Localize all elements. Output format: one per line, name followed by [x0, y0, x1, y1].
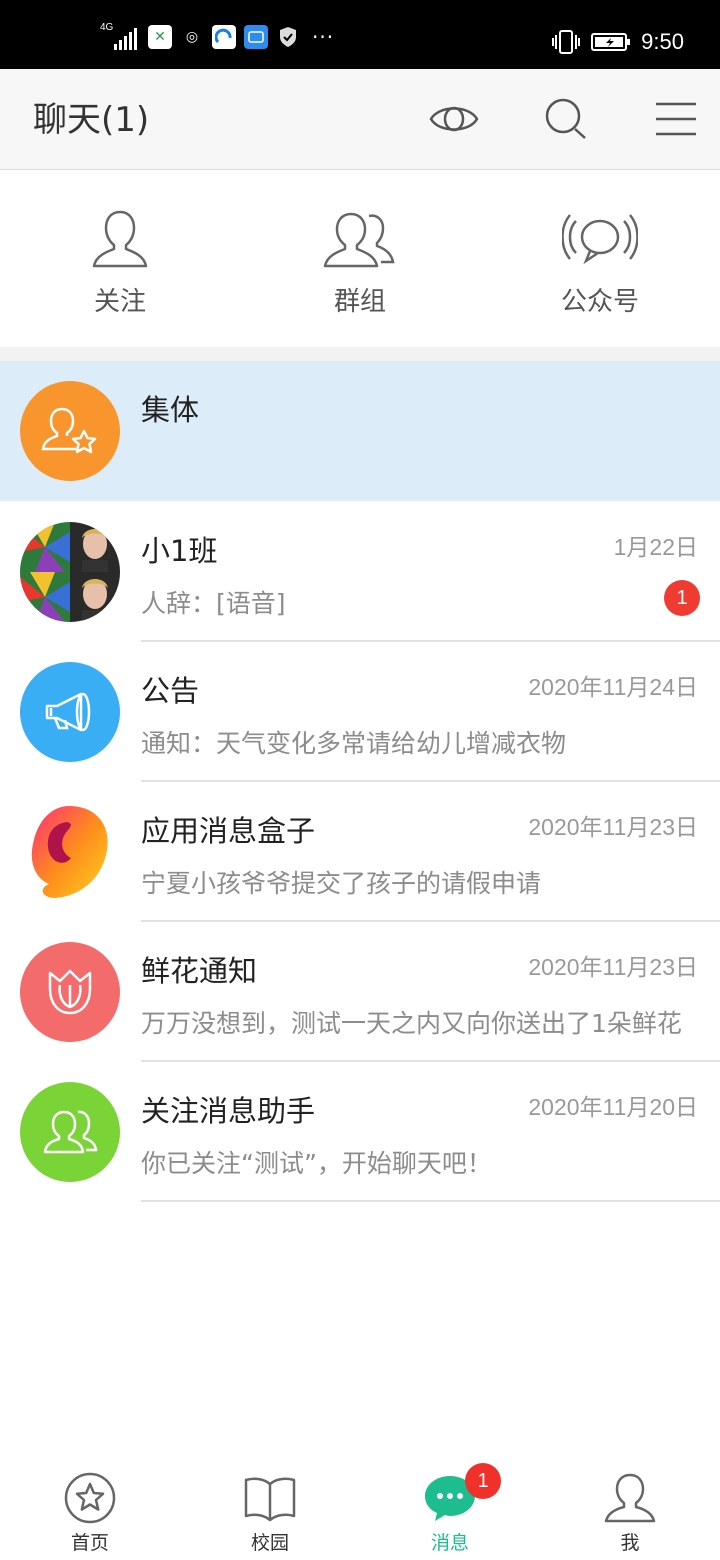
search-button[interactable] — [536, 91, 596, 147]
category-follow[interactable]: 关注 — [0, 171, 240, 347]
menu-icon — [656, 102, 696, 136]
flower-icon — [20, 942, 120, 1042]
more-notifications-icon: ··· — [312, 25, 335, 49]
clock: 9:50 — [641, 29, 684, 54]
star-circle-icon — [60, 1470, 120, 1526]
chat-time: 1月22日 — [613, 534, 698, 560]
category-label: 群组 — [333, 287, 386, 317]
signal-icon: 4G — [100, 22, 140, 52]
group-outline-icon — [320, 205, 400, 273]
category-official-accounts[interactable]: 公众号 — [480, 171, 720, 347]
search-icon — [545, 98, 586, 139]
tab-messages[interactable]: 消息 — [360, 1460, 540, 1560]
chat-preview: 万万没想到，测试一天之内又向你送出了1朵鲜花 — [141, 1009, 682, 1038]
category-label: 公众号 — [560, 287, 639, 317]
tab-me[interactable]: 我 — [540, 1460, 720, 1560]
person-outline-icon — [80, 205, 160, 273]
shield-icon — [276, 25, 300, 49]
chat-name: 集体 — [141, 393, 200, 427]
chat-row-class1[interactable]: 小1班 1月22日 人辞：[语音] 1 — [0, 502, 720, 642]
person-follow-icon — [20, 1082, 120, 1182]
group-photo-avatar — [20, 522, 120, 622]
person-icon — [600, 1470, 660, 1526]
app-notification-icon: ✕ — [148, 25, 172, 49]
tab-label: 消息 — [430, 1532, 469, 1554]
category-row: 关注 群组 公众号 — [0, 171, 720, 347]
chat-preview: 人辞：[语音] — [141, 589, 286, 618]
aperture-icon: ◎ — [185, 29, 199, 45]
person-star-icon — [20, 381, 120, 481]
page-title: 聊天(1) — [33, 100, 150, 140]
category-groups[interactable]: 群组 — [240, 171, 480, 347]
menu-button[interactable] — [646, 91, 706, 147]
status-left-icons: 4G ✕ ◎ ··· — [100, 22, 334, 52]
app-header: 聊天(1) — [0, 69, 720, 170]
eye-button[interactable] — [424, 91, 484, 147]
broadcast-outline-icon — [560, 205, 640, 273]
chat-preview: 你已关注“测试”，开始聊天吧！ — [141, 1149, 492, 1178]
chat-name: 小1班 — [141, 534, 218, 568]
megaphone-icon — [20, 662, 120, 762]
section-divider — [0, 347, 720, 361]
chat-row-flower[interactable]: 鲜花通知 2020年11月23日 万万没想到，测试一天之内又向你送出了1朵鲜花 — [0, 922, 720, 1062]
tab-label: 校园 — [250, 1532, 289, 1554]
unread-badge: 1 — [664, 580, 700, 616]
chat-preview: 宁夏小孩爷爷提交了孩子的请假申请 — [141, 869, 542, 898]
network-type-label: 4G — [100, 22, 114, 33]
messages-unread-badge: 1 — [465, 1463, 501, 1499]
open-book-icon — [240, 1470, 300, 1526]
chat-name: 应用消息盒子 — [141, 814, 316, 848]
bottom-tab-bar: 首页 校园 消息 我 — [0, 1460, 720, 1560]
chat-name: 关注消息助手 — [141, 1094, 316, 1128]
chat-time: 2020年11月24日 — [528, 674, 698, 700]
app-box-logo — [20, 802, 120, 902]
chat-time: 2020年11月23日 — [528, 814, 698, 840]
chat-name: 鲜花通知 — [141, 954, 258, 988]
tab-label: 我 — [620, 1532, 640, 1554]
chat-row-announcement[interactable]: 公告 2020年11月24日 通知：天气变化多常请给幼儿增减衣物 — [0, 642, 720, 782]
category-label: 关注 — [93, 287, 146, 317]
tab-campus[interactable]: 校园 — [180, 1460, 360, 1560]
chat-time: 2020年11月23日 — [528, 954, 698, 980]
chat-time: 2020年11月20日 — [528, 1094, 698, 1120]
chat-name: 公告 — [141, 674, 200, 708]
chat-row-collective[interactable]: 集体 — [0, 361, 720, 501]
chat-row-follow-assistant[interactable]: 关注消息助手 2020年11月20日 你已关注“测试”，开始聊天吧！ — [0, 1062, 720, 1202]
tab-home[interactable]: 首页 — [0, 1460, 180, 1560]
row-divider — [141, 1200, 720, 1202]
battery-icon — [591, 33, 631, 51]
app-notification-icon — [212, 25, 236, 49]
eye-icon — [429, 106, 479, 132]
status-bar: 4G ✕ ◎ ··· 9:50 — [0, 0, 720, 69]
chat-preview: 通知：天气变化多常请给幼儿增减衣物 — [141, 729, 567, 758]
app-notification-icon — [244, 25, 268, 49]
tab-label: 首页 — [70, 1532, 109, 1554]
status-right-icons: 9:50 — [551, 27, 684, 57]
chat-row-app-box[interactable]: 应用消息盒子 2020年11月23日 宁夏小孩爷爷提交了孩子的请假申请 — [0, 782, 720, 922]
vibrate-icon — [552, 30, 581, 54]
